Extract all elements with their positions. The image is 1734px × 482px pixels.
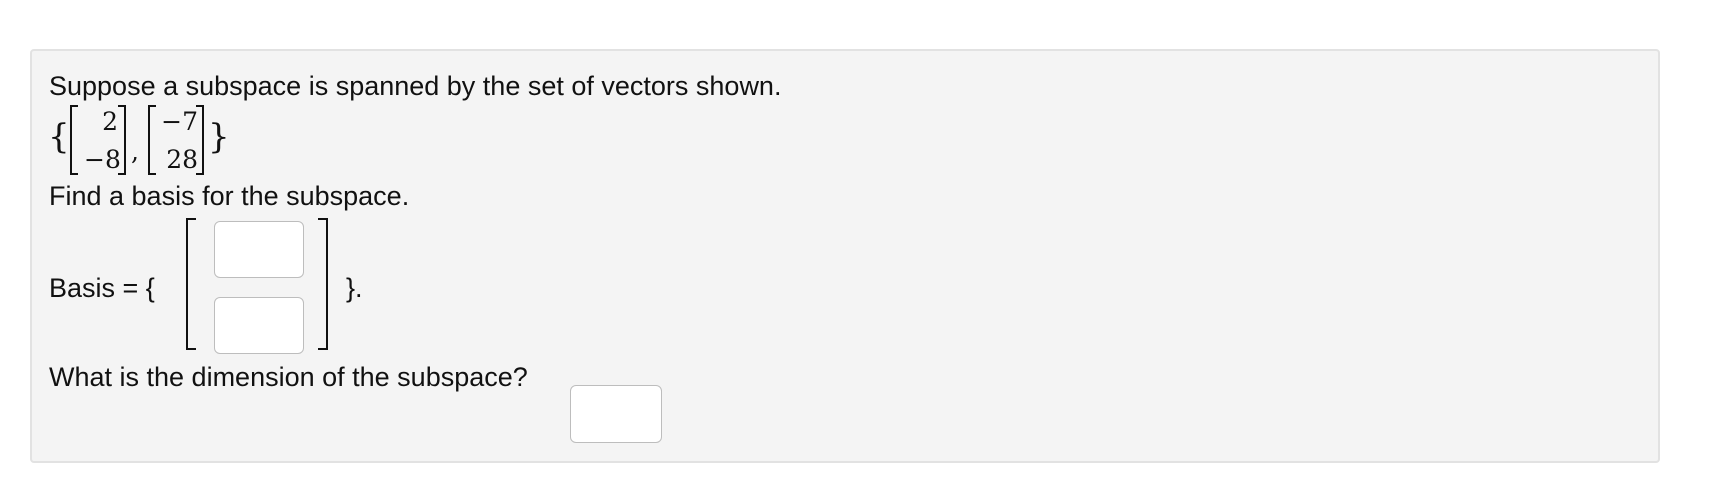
- vector-set-close-brace: }: [208, 117, 230, 157]
- basis-right-bracket: [318, 218, 328, 350]
- dimension-input[interactable]: [570, 385, 662, 443]
- find-basis-prompt: Find a basis for the subspace.: [49, 181, 410, 211]
- vector-1-left-bracket: [70, 105, 78, 175]
- vector-2-top-entry: −7: [161, 107, 198, 136]
- vector-2-left-bracket: [148, 105, 156, 175]
- vector-1-top-entry: 2: [102, 107, 118, 136]
- basis-bottom-input[interactable]: [214, 297, 304, 354]
- vector-separator: ,: [131, 137, 139, 166]
- basis-close: }.: [346, 273, 363, 303]
- basis-left-bracket: [186, 218, 196, 350]
- vector-2-right-bracket: [196, 105, 204, 175]
- basis-label: Basis = {: [49, 273, 155, 303]
- vector-1-bottom-entry: −8: [84, 145, 121, 174]
- question-panel: Suppose a subspace is spanned by the set…: [30, 49, 1660, 463]
- vector-set-open-brace: {: [48, 117, 70, 157]
- basis-top-input[interactable]: [214, 221, 304, 278]
- vector-1-right-bracket: [118, 105, 126, 175]
- question-intro: Suppose a subspace is spanned by the set…: [49, 71, 782, 101]
- dimension-prompt: What is the dimension of the subspace?: [49, 362, 528, 392]
- vector-2-bottom-entry: 28: [166, 145, 198, 174]
